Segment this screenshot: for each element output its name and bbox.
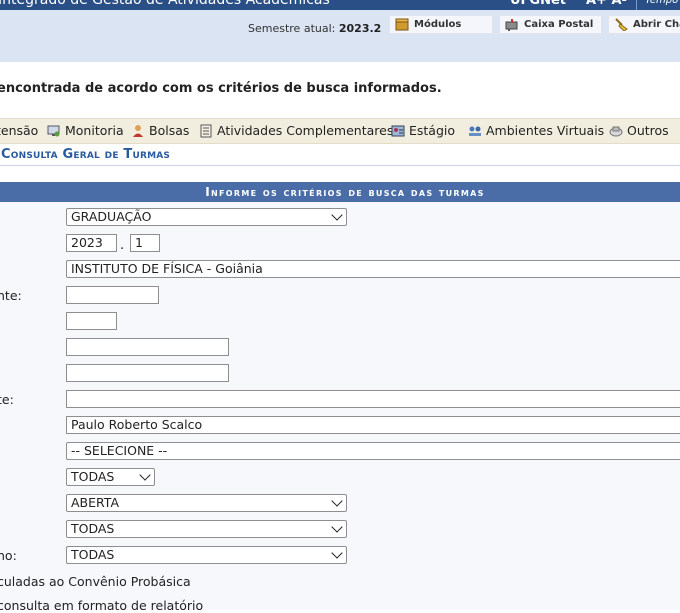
- menu-item-outros[interactable]: Outros: [609, 123, 669, 138]
- chevron-down-icon: [331, 495, 343, 507]
- menu-item-label: tensão: [0, 123, 39, 138]
- modulos-label: Módulos: [414, 19, 462, 30]
- form-heading: Informe os critérios de busca das turmas: [0, 182, 680, 202]
- curso-select[interactable]: -- SELECIONE --: [66, 442, 680, 460]
- modalidade-select[interactable]: TODAS: [66, 520, 347, 538]
- ano-input[interactable]: 2023: [66, 234, 117, 252]
- chevron-down-icon: [331, 521, 343, 533]
- font-size-controls[interactable]: A+ A-: [586, 0, 627, 8]
- componente-input[interactable]: [66, 390, 680, 408]
- semestre-value: 2023.2: [338, 22, 382, 35]
- menu-item-label: Outros: [627, 123, 669, 138]
- curso-value: -- SELECIONE --: [71, 443, 168, 458]
- label-modalidade-ensino: no:: [0, 548, 17, 563]
- chevron-down-icon: [331, 547, 343, 559]
- unidade-value: INSTITUTO DE FÍSICA - Goiânia: [71, 261, 263, 276]
- label-componente-curricular: te:: [0, 392, 14, 407]
- menu-item-estagio[interactable]: Estágio: [391, 123, 455, 138]
- caixa-postal-label: Caixa Postal: [524, 19, 594, 30]
- info-bar: Semestre atual: 2023.2 Módulos Caixa Pos…: [0, 10, 680, 62]
- tipo-value: TODAS: [71, 469, 115, 484]
- label-probasica[interactable]: culadas ao Convênio Probásica: [0, 574, 191, 589]
- local-input[interactable]: [66, 338, 229, 356]
- tipo-select[interactable]: TODAS: [66, 468, 155, 486]
- menu-item-label: Monitoria: [65, 123, 124, 138]
- menu-item-extensao[interactable]: tensão: [0, 123, 38, 138]
- monitor-icon: [47, 125, 60, 136]
- menu-item-monitoria[interactable]: Monitoria: [47, 123, 124, 138]
- ano-periodo-separator: .: [120, 238, 125, 253]
- menu-item-label: Atividades Complementares: [217, 123, 394, 138]
- chevron-down-icon: [139, 469, 151, 481]
- abrir-chamado-label: Abrir Cha: [633, 19, 680, 30]
- menu-item-label: Estágio: [409, 123, 456, 138]
- abrir-chamado-button[interactable]: Abrir Cha: [608, 15, 680, 34]
- system-title: Integrado de Gestão de Atividades Acadêm…: [0, 0, 330, 8]
- ensino-value: TODAS: [71, 547, 115, 562]
- nivel-select[interactable]: GRADUAÇÃO: [66, 208, 347, 226]
- top-banner: Integrado de Gestão de Atividades Acadêm…: [0, 0, 680, 10]
- menu-item-atividades-complementares[interactable]: Atividades Complementares: [199, 123, 393, 138]
- modulos-button[interactable]: Módulos: [389, 15, 493, 34]
- situacao-select[interactable]: ABERTA: [66, 494, 347, 512]
- mailbox-icon: [505, 19, 518, 31]
- nivel-value: GRADUAÇÃO: [71, 209, 152, 224]
- menu-item-bolsas[interactable]: Bolsas: [131, 123, 189, 138]
- menu-item-label: Ambientes Virtuais: [486, 123, 605, 138]
- result-message: encontrada de acordo com os critérios de…: [0, 81, 442, 96]
- periodo-input[interactable]: 1: [130, 234, 160, 252]
- situacao-value: ABERTA: [71, 495, 120, 510]
- unidade-select[interactable]: INSTITUTO DE FÍSICA - Goiânia: [66, 260, 680, 278]
- person-icon: [133, 124, 143, 137]
- page-title: Consulta Geral de Turmas: [0, 145, 680, 166]
- docente-input[interactable]: Paulo Roberto Scalco: [66, 416, 680, 434]
- semestre-atual: Semestre atual: 2023.2: [248, 22, 381, 35]
- horario-input[interactable]: [66, 364, 229, 382]
- ufgnet-link[interactable]: UFGNet: [510, 0, 566, 8]
- id-card-icon: [391, 125, 405, 136]
- people-network-icon: [469, 126, 481, 136]
- chevron-down-icon: [331, 209, 343, 221]
- codigo-input[interactable]: [66, 286, 159, 304]
- caixa-postal-button[interactable]: Caixa Postal: [499, 15, 602, 34]
- label-componente: nte:: [0, 288, 22, 303]
- ensino-select[interactable]: TODAS: [66, 546, 347, 564]
- label-relatorio[interactable]: consulta em formato de relatório: [0, 598, 203, 613]
- modalidade-value: TODAS: [71, 521, 115, 536]
- module-menu: tensão Monitoria Bolsas Atividades Compl…: [0, 118, 680, 144]
- box-icon: [395, 18, 409, 31]
- semestre-label: Semestre atual:: [248, 22, 336, 35]
- broom-icon: [615, 18, 628, 31]
- menu-item-ambientes-virtuais[interactable]: Ambientes Virtuais: [468, 123, 604, 138]
- turma-input[interactable]: [66, 312, 117, 330]
- devices-icon: [609, 126, 623, 136]
- session-time: Tempo: [636, 0, 680, 10]
- document-icon: [200, 124, 212, 137]
- page-title-text: Consulta Geral de Turmas: [1, 147, 171, 162]
- menu-item-label: Bolsas: [149, 123, 190, 138]
